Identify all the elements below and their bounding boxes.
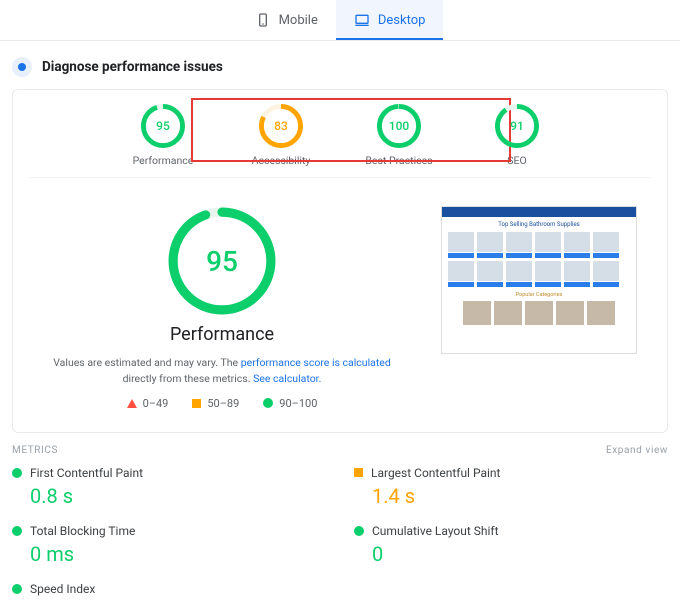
score-best-practices-value: 100: [377, 104, 421, 148]
score-seo-value: 91: [495, 104, 539, 148]
score-accessibility-value: 83: [259, 104, 303, 148]
tab-mobile-label: Mobile: [279, 13, 318, 28]
performance-blurb: Values are estimated and may vary. The p…: [43, 355, 401, 397]
see-calculator-link[interactable]: See calculator.: [253, 372, 321, 385]
score-performance-label: Performance: [125, 154, 201, 167]
score-performance-value: 95: [141, 104, 185, 148]
expand-view-link[interactable]: Expand view: [606, 445, 668, 456]
desktop-icon: [354, 12, 370, 28]
score-performance[interactable]: 95 Performance: [125, 104, 201, 167]
metric-tbt-label: Total Blocking Time: [30, 524, 135, 538]
tab-desktop[interactable]: Desktop: [336, 0, 444, 40]
circle-icon: [12, 526, 22, 536]
legend-poor: 0–49: [143, 397, 169, 410]
score-seo-label: SEO: [479, 154, 555, 167]
circle-icon: [12, 468, 22, 478]
tab-desktop-label: Desktop: [378, 13, 426, 28]
score-accessibility[interactable]: 83 Accessibility: [243, 104, 319, 167]
metric-cls: Cumulative Layout Shift 0: [354, 524, 668, 566]
performance-detail: 95 Performance Values are estimated and …: [29, 178, 651, 418]
square-icon: [354, 468, 363, 477]
metric-fcp-value: 0.8 s: [12, 484, 326, 508]
square-icon: [192, 399, 201, 408]
mobile-icon: [255, 12, 271, 28]
score-accessibility-label: Accessibility: [243, 154, 319, 167]
score-calculation-link[interactable]: performance score is calculated: [241, 356, 391, 369]
legend-avg: 50–89: [207, 397, 239, 410]
circle-icon: [263, 398, 273, 408]
device-tabs: Mobile Desktop: [0, 0, 680, 41]
score-best-practices[interactable]: 100 Best Practices: [361, 104, 437, 167]
circle-icon: [12, 584, 22, 594]
diagnose-heading: Diagnose performance issues: [0, 41, 680, 89]
metric-si: Speed Index: [12, 582, 326, 600]
legend-good: 90–100: [279, 397, 317, 410]
summary-scores: 95 Performance 83 Accessibility 100 Best…: [29, 90, 651, 178]
diagnose-heading-text: Diagnose performance issues: [42, 59, 223, 75]
metric-cls-value: 0: [354, 542, 668, 566]
score-legend: 0–49 50–89 90–100: [43, 397, 401, 410]
metrics-heading: METRICS: [12, 445, 58, 456]
score-seo[interactable]: 91 SEO: [479, 104, 555, 167]
metric-lcp-value: 1.4 s: [354, 484, 668, 508]
metric-fcp: First Contentful Paint 0.8 s: [12, 466, 326, 508]
diagnose-icon: [12, 57, 32, 77]
metric-si-label: Speed Index: [30, 582, 95, 596]
triangle-icon: [127, 399, 137, 408]
performance-main-score: 95: [167, 206, 277, 316]
performance-card: 95 Performance 83 Accessibility 100 Best…: [12, 89, 668, 433]
performance-title: Performance: [43, 324, 401, 345]
metric-lcp-label: Largest Contentful Paint: [371, 466, 500, 480]
page-screenshot-thumbnail: Top Selling Bathroom Supplies Popular Ca…: [441, 206, 637, 354]
performance-main-gauge: 95: [167, 206, 277, 316]
metric-tbt-value: 0 ms: [12, 542, 326, 566]
circle-icon: [354, 526, 364, 536]
tab-mobile[interactable]: Mobile: [237, 0, 336, 40]
metrics-grid: First Contentful Paint 0.8 s Largest Con…: [0, 466, 680, 600]
metric-tbt: Total Blocking Time 0 ms: [12, 524, 326, 566]
score-best-practices-label: Best Practices: [361, 154, 437, 167]
metric-fcp-label: First Contentful Paint: [30, 466, 143, 480]
metric-cls-label: Cumulative Layout Shift: [372, 524, 499, 538]
metric-lcp: Largest Contentful Paint 1.4 s: [354, 466, 668, 508]
